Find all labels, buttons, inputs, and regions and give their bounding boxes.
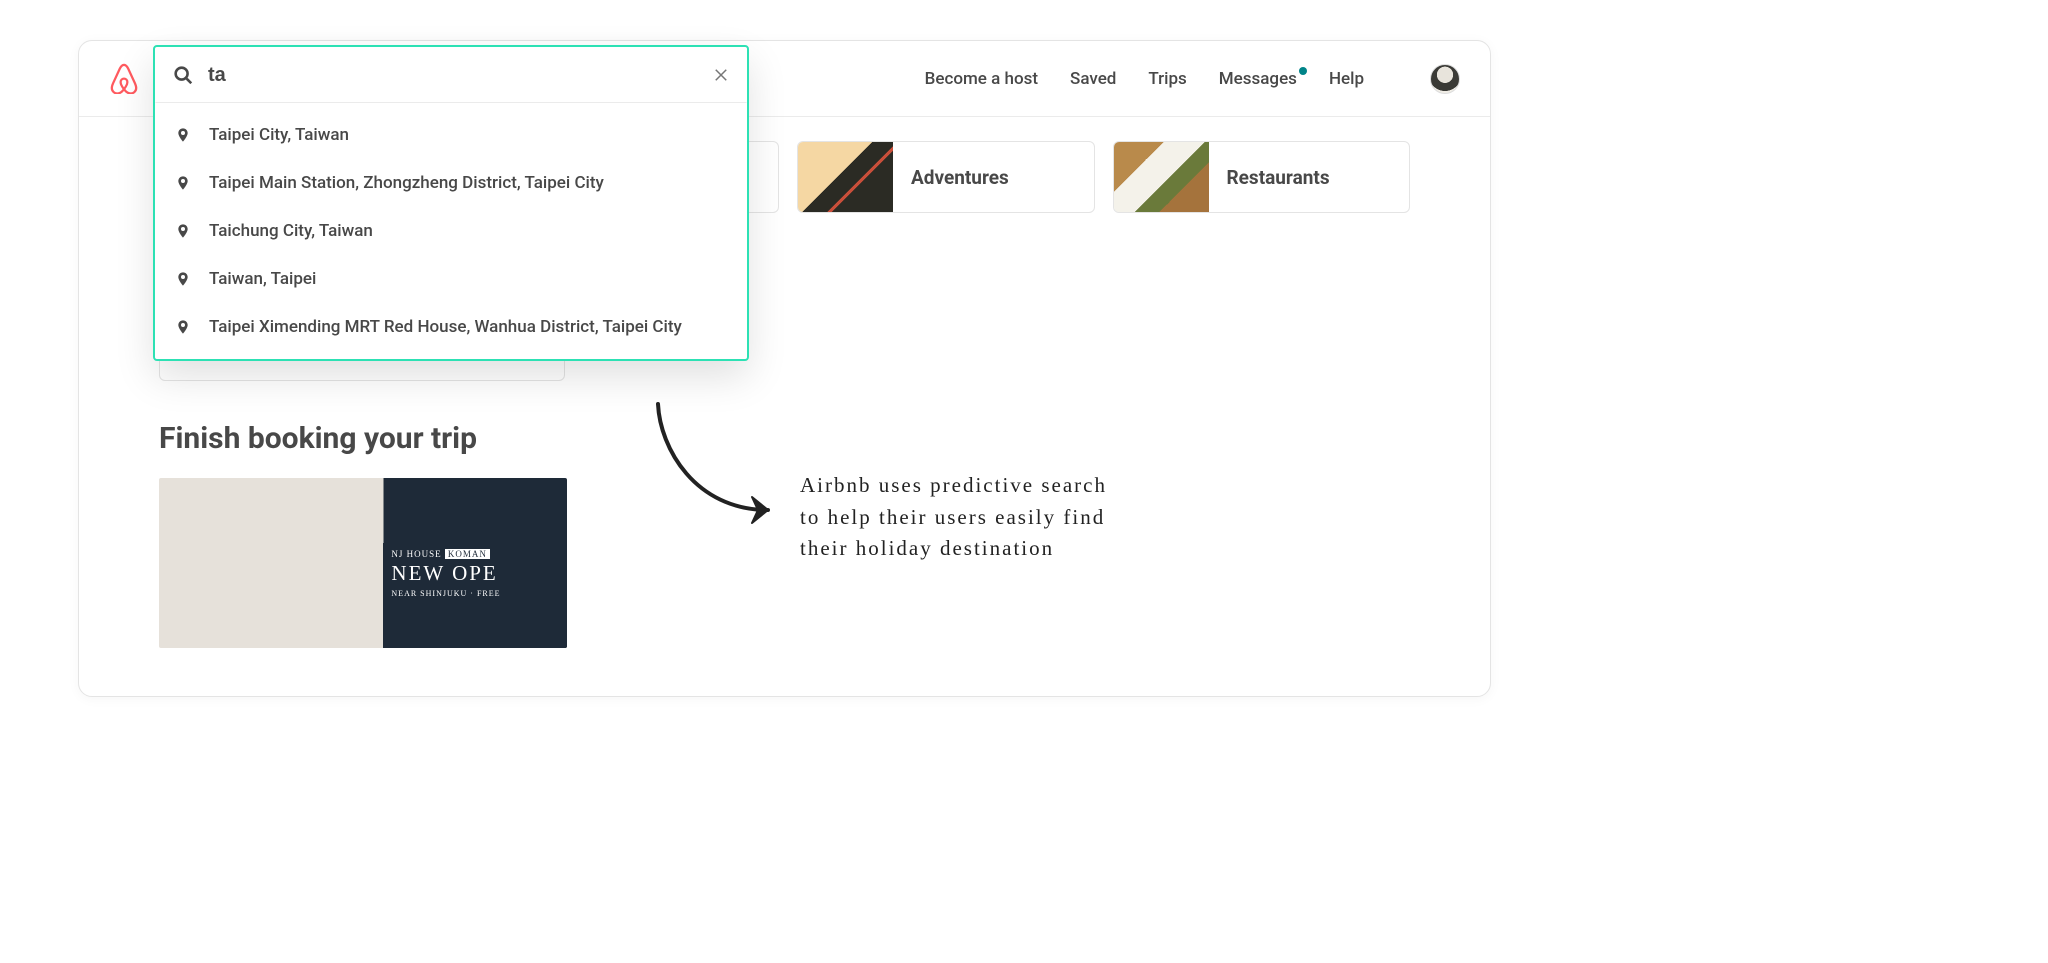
nav-messages[interactable]: Messages — [1219, 69, 1297, 89]
search-input[interactable] — [208, 64, 712, 87]
nav-saved[interactable]: Saved — [1070, 69, 1116, 89]
suggestion-text: Taiwan, Taipei — [209, 269, 316, 289]
clear-icon[interactable] — [712, 66, 730, 84]
nav-links: Become a host Saved Trips Messages Help — [925, 64, 1460, 94]
annotation-line: Airbnb uses predictive search — [800, 470, 1140, 502]
search-dropdown: Taipei City, Taiwan Taipei Main Station,… — [153, 45, 749, 361]
category-card-adventures[interactable]: Adventures — [797, 141, 1095, 213]
booking-overlay-big: NEW OPE — [391, 561, 559, 586]
category-label-adventures: Adventures — [893, 166, 1009, 189]
pin-icon — [175, 127, 191, 143]
suggestion-item[interactable]: Taichung City, Taiwan — [155, 207, 747, 255]
pin-icon — [175, 175, 191, 191]
pin-icon — [175, 319, 191, 335]
nav-messages-label: Messages — [1219, 69, 1297, 89]
annotation-arrow-icon — [640, 398, 800, 538]
booking-overlay-small1: NJ HOUSE KOMAN — [391, 549, 559, 559]
notification-dot-icon — [1299, 67, 1307, 75]
avatar[interactable] — [1430, 64, 1460, 94]
suggestion-item[interactable]: Taipei Ximending MRT Red House, Wanhua D… — [155, 303, 747, 351]
booking-overlay: NJ HOUSE KOMAN NEW OPE NEAR SHINJUKU · F… — [383, 543, 567, 648]
category-thumb-restaurants — [1114, 142, 1209, 212]
suggestion-item[interactable]: Taipei Main Station, Zhongzheng District… — [155, 159, 747, 207]
nav-become-host[interactable]: Become a host — [925, 69, 1038, 89]
suggestion-text: Taichung City, Taiwan — [209, 221, 373, 241]
suggestion-text: Taipei Main Station, Zhongzheng District… — [209, 173, 604, 193]
suggestion-item[interactable]: Taiwan, Taipei — [155, 255, 747, 303]
search-suggestions: Taipei City, Taiwan Taipei Main Station,… — [155, 103, 747, 359]
nav-help[interactable]: Help — [1329, 69, 1364, 89]
pin-icon — [175, 223, 191, 239]
suggestion-item[interactable]: Taipei City, Taiwan — [155, 111, 747, 159]
search-bar — [155, 47, 747, 103]
suggestion-text: Taipei Ximending MRT Red House, Wanhua D… — [209, 317, 682, 337]
booking-overlay-tiny: NEAR SHINJUKU · FREE — [391, 589, 559, 598]
annotation-line: to help their users easily find — [800, 502, 1140, 534]
airbnb-logo-icon[interactable] — [109, 63, 139, 95]
pin-icon — [175, 271, 191, 287]
annotation-line: their holiday destination — [800, 533, 1140, 565]
booking-thumbnail[interactable]: NJ HOUSE KOMAN NEW OPE NEAR SHINJUKU · F… — [159, 478, 567, 648]
search-icon — [172, 64, 208, 86]
nav-trips[interactable]: Trips — [1148, 69, 1186, 89]
category-label-restaurants: Restaurants — [1209, 166, 1330, 189]
annotation-text: Airbnb uses predictive search to help th… — [800, 470, 1140, 565]
category-card-restaurants[interactable]: Restaurants — [1113, 141, 1411, 213]
category-thumb-adventures — [798, 142, 893, 212]
suggestion-text: Taipei City, Taiwan — [209, 125, 349, 145]
